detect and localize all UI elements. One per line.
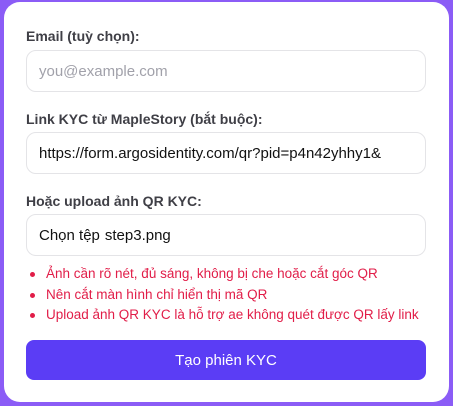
choose-file-button[interactable]: Chọn tệp bbox=[39, 227, 100, 244]
create-kyc-session-button[interactable]: Tạo phiên KYC bbox=[26, 340, 426, 380]
email-input[interactable] bbox=[39, 62, 413, 80]
note-item: Ảnh cần rõ nét, đủ sáng, không bị che ho… bbox=[26, 264, 419, 285]
kyc-link-input[interactable] bbox=[39, 144, 413, 162]
email-field[interactable] bbox=[26, 50, 426, 92]
kyc-link-label: Link KYC từ MapleStory (bắt buộc): bbox=[26, 111, 263, 127]
email-label: Email (tuỳ chọn): bbox=[26, 28, 140, 44]
upload-notes: Ảnh cần rõ nét, đủ sáng, không bị che ho… bbox=[26, 264, 419, 326]
note-item: Upload ảnh QR KYC là hỗ trợ ae không qué… bbox=[26, 305, 419, 326]
qr-upload-field[interactable]: Chọn tệp step3.png bbox=[26, 214, 426, 256]
qr-upload-label: Hoặc upload ảnh QR KYC: bbox=[26, 193, 202, 209]
kyc-link-field[interactable] bbox=[26, 132, 426, 174]
selected-file-name: step3.png bbox=[104, 226, 171, 244]
note-item: Nên cắt màn hình chỉ hiển thị mã QR bbox=[26, 285, 419, 306]
kyc-form-card: Email (tuỳ chọn): Link KYC từ MapleStory… bbox=[4, 2, 449, 402]
